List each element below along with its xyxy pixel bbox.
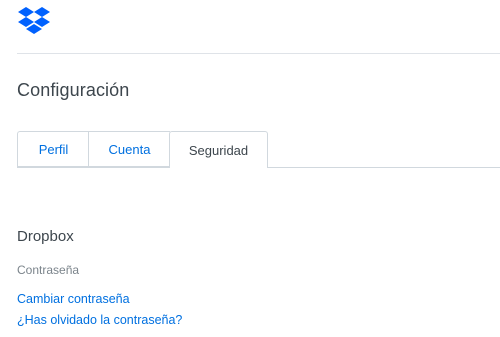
page-title: Configuración xyxy=(17,80,130,100)
tab-seguridad[interactable]: Seguridad xyxy=(169,131,268,168)
change-password-link[interactable]: Cambiar contraseña xyxy=(17,292,130,306)
dropbox-logo-icon[interactable] xyxy=(17,5,51,37)
header-divider xyxy=(17,53,500,54)
settings-page: Configuración Perfil Cuenta Seguridad Dr… xyxy=(0,0,500,337)
settings-tabs: Perfil Cuenta Seguridad xyxy=(17,131,500,168)
tab-cuenta[interactable]: Cuenta xyxy=(88,131,170,167)
tab-perfil[interactable]: Perfil xyxy=(17,131,89,167)
section-title: Dropbox xyxy=(17,228,74,245)
password-label: Contraseña xyxy=(17,263,80,277)
forgot-password-link[interactable]: ¿Has olvidado la contraseña? xyxy=(17,313,182,327)
dropbox-logo-svg xyxy=(18,7,50,34)
